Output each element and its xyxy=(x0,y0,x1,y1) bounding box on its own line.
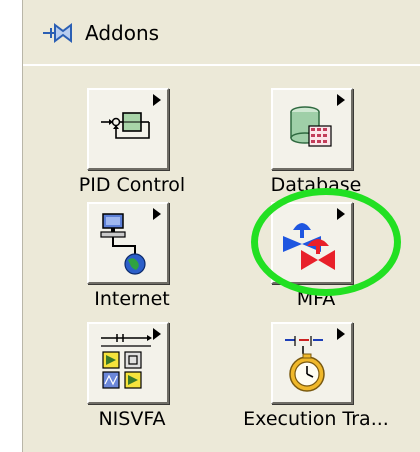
palette-pin-icon[interactable] xyxy=(41,18,77,48)
pid-control-icon xyxy=(101,94,161,139)
internet-button[interactable] xyxy=(87,202,169,284)
internet-icon xyxy=(100,208,161,275)
database-label: Database xyxy=(270,174,362,196)
internet-label: Internet xyxy=(94,288,170,310)
palette-title-row[interactable]: Addons xyxy=(41,18,159,48)
palette-title: Addons xyxy=(85,21,160,45)
nisvfa-label: NISVFA xyxy=(98,408,166,430)
mfa-button[interactable] xyxy=(271,202,353,284)
execution-trace-label: Execution Tra... xyxy=(243,408,389,430)
execution-trace-button[interactable] xyxy=(271,322,353,404)
execution-trace-icon xyxy=(285,328,345,392)
database-button[interactable] xyxy=(271,88,353,170)
mfa-label: MFA xyxy=(296,288,336,310)
palette-header: Addons xyxy=(23,0,420,65)
nisvfa-icon xyxy=(101,328,161,389)
database-icon xyxy=(290,94,345,147)
nisvfa-button[interactable] xyxy=(87,322,169,404)
pid-control-label: PID Control xyxy=(78,174,186,196)
pid-control-button[interactable] xyxy=(87,88,169,170)
header-divider xyxy=(23,64,420,66)
addons-palette: Addons PID Control Database Internet MFA… xyxy=(22,0,420,452)
mfa-icon xyxy=(283,208,345,270)
